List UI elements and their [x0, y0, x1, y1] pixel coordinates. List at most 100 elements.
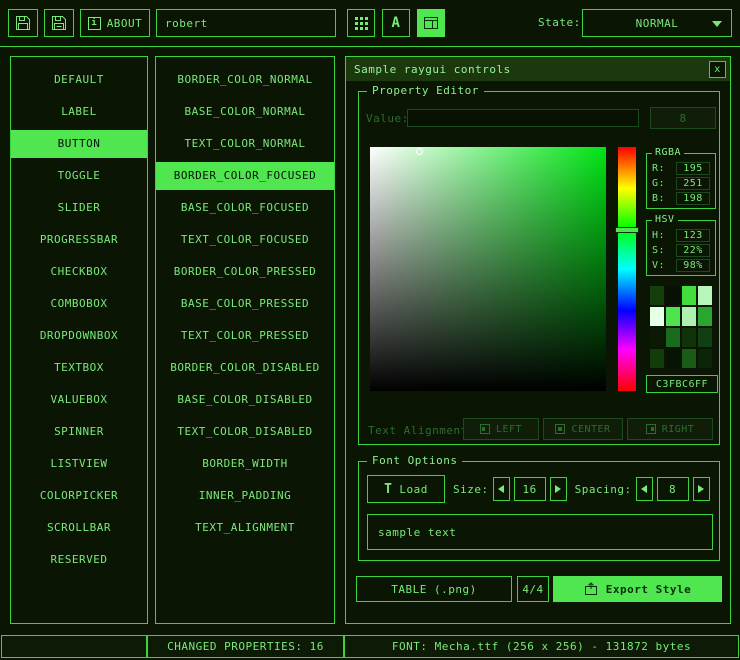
status-box-empty [1, 635, 147, 658]
list-item-base_color_normal[interactable]: BASE_COLOR_NORMAL [156, 98, 334, 126]
properties-list: BORDER_COLOR_NORMAL BASE_COLOR_NORMAL TEXT… [155, 56, 335, 624]
list-item-checkbox[interactable]: CHECKBOX [11, 258, 147, 286]
list-item-reserved[interactable]: RESERVED [11, 546, 147, 574]
align-center-icon [555, 424, 565, 434]
color-swatch[interactable] [650, 286, 664, 305]
toolbar: i ABOUT A State: NORMAL [0, 0, 740, 47]
list-item-spinner[interactable]: SPINNER [11, 418, 147, 446]
list-item-border_color_normal[interactable]: BORDER_COLOR_NORMAL [156, 66, 334, 94]
color-swatch[interactable] [666, 307, 680, 326]
changed-properties-text: CHANGED PROPERTIES: 16 [167, 640, 324, 653]
g-value: 251 [676, 177, 710, 190]
about-button[interactable]: i ABOUT [80, 9, 150, 37]
list-item-border_color_focused[interactable]: BORDER_COLOR_FOCUSED [156, 162, 334, 190]
color-cursor[interactable] [416, 148, 423, 155]
color-swatch[interactable] [698, 286, 712, 305]
sample-text-input[interactable]: sample text [367, 514, 713, 550]
size-decrease-button[interactable] [493, 477, 510, 501]
color-swatch[interactable] [698, 349, 712, 368]
color-swatch[interactable] [682, 349, 696, 368]
spacing-value: 8 [657, 477, 689, 501]
list-item-border_width[interactable]: BORDER_WIDTH [156, 450, 334, 478]
value-slider[interactable] [407, 109, 639, 127]
list-item-inner_padding[interactable]: INNER_PADDING [156, 482, 334, 510]
list-item-progressbar[interactable]: PROGRESSBAR [11, 226, 147, 254]
font-load-button[interactable]: T Load [367, 475, 445, 503]
hue-slider[interactable] [618, 147, 636, 391]
list-item-base_color_pressed[interactable]: BASE_COLOR_PRESSED [156, 290, 334, 318]
list-item-text_color_pressed[interactable]: TEXT_COLOR_PRESSED [156, 322, 334, 350]
export-format-dropdown[interactable]: TABLE (.png) [356, 576, 512, 602]
list-item-toggle[interactable]: TOGGLE [11, 162, 147, 190]
list-item-dropdownbox[interactable]: DROPDOWNBOX [11, 322, 147, 350]
font-view-button[interactable]: A [382, 9, 410, 37]
list-item-text_alignment[interactable]: TEXT_ALIGNMENT [156, 514, 334, 542]
color-swatch[interactable] [666, 328, 680, 347]
align-center-button[interactable]: CENTER [543, 418, 623, 440]
list-item-combobox[interactable]: COMBOBOX [11, 290, 147, 318]
r-label: R: [652, 163, 665, 174]
list-item-label[interactable]: LABEL [11, 98, 147, 126]
color-swatch[interactable] [682, 286, 696, 305]
s-label: S: [652, 245, 665, 256]
b-label: B: [652, 193, 665, 204]
load-style-button[interactable] [8, 9, 38, 37]
floppy-save-icon [51, 15, 67, 31]
export-style-button[interactable]: Export Style [553, 576, 722, 602]
font-icon: A [392, 15, 401, 31]
hsv-value-row: V: 98% [652, 258, 710, 273]
value-button[interactable]: 8 [650, 107, 716, 129]
color-swatch[interactable] [698, 328, 712, 347]
list-item-text_color_disabled[interactable]: TEXT_COLOR_DISABLED [156, 418, 334, 446]
color-swatch[interactable] [650, 349, 664, 368]
list-item-button[interactable]: BUTTON [11, 130, 147, 158]
window-titlebar[interactable]: Sample raygui controls x [346, 57, 730, 81]
color-swatch[interactable] [682, 328, 696, 347]
spacing-increase-button[interactable] [693, 477, 710, 501]
hue-handle[interactable] [615, 227, 639, 233]
pages-value-box[interactable]: 4/4 [517, 576, 549, 602]
r-value: 195 [676, 162, 710, 175]
list-item-listview[interactable]: LISTVIEW [11, 450, 147, 478]
list-item-valuebox[interactable]: VALUEBOX [11, 386, 147, 414]
list-item-text_color_normal[interactable]: TEXT_COLOR_NORMAL [156, 130, 334, 158]
color-swatch[interactable] [682, 307, 696, 326]
value-label: Value: [366, 112, 409, 125]
close-button[interactable]: x [709, 61, 726, 78]
color-swatch[interactable] [650, 307, 664, 326]
style-table-view-button[interactable] [347, 9, 375, 37]
state-value: NORMAL [636, 17, 679, 30]
list-item-border_color_pressed[interactable]: BORDER_COLOR_PRESSED [156, 258, 334, 286]
color-swatch[interactable] [666, 286, 680, 305]
style-name-input[interactable] [156, 9, 336, 37]
spacing-decrease-button[interactable] [636, 477, 653, 501]
v-label: V: [652, 260, 665, 271]
list-item-scrollbar[interactable]: SCROLLBAR [11, 514, 147, 542]
h-value: 123 [676, 229, 710, 242]
export-format-label: TABLE (.png) [391, 583, 476, 596]
color-swatch[interactable] [698, 307, 712, 326]
list-item-slider[interactable]: SLIDER [11, 194, 147, 222]
controls-view-button[interactable] [417, 9, 445, 37]
align-left-button[interactable]: LEFT [463, 418, 539, 440]
size-increase-button[interactable] [550, 477, 567, 501]
color-swatch[interactable] [666, 349, 680, 368]
list-item-default[interactable]: DEFAULT [11, 66, 147, 94]
list-item-base_color_focused[interactable]: BASE_COLOR_FOCUSED [156, 194, 334, 222]
size-value: 16 [514, 477, 546, 501]
color-picker-panel[interactable] [370, 147, 606, 391]
align-right-button[interactable]: RIGHT [627, 418, 713, 440]
list-item-base_color_disabled[interactable]: BASE_COLOR_DISABLED [156, 386, 334, 414]
list-item-text_color_focused[interactable]: TEXT_COLOR_FOCUSED [156, 226, 334, 254]
list-item-textbox[interactable]: TEXTBOX [11, 354, 147, 382]
align-left-label: LEFT [496, 424, 522, 435]
hsv-hue-row: H: 123 [652, 228, 710, 243]
align-right-label: RIGHT [662, 424, 695, 435]
color-swatch[interactable] [650, 328, 664, 347]
b-value: 198 [676, 192, 710, 205]
list-item-border_color_disabled[interactable]: BORDER_COLOR_DISABLED [156, 354, 334, 382]
state-dropdown[interactable]: NORMAL [582, 9, 732, 37]
list-item-colorpicker[interactable]: COLORPICKER [11, 482, 147, 510]
hex-color-input[interactable]: C3FBC6FF [646, 375, 718, 393]
save-style-button[interactable] [44, 9, 74, 37]
